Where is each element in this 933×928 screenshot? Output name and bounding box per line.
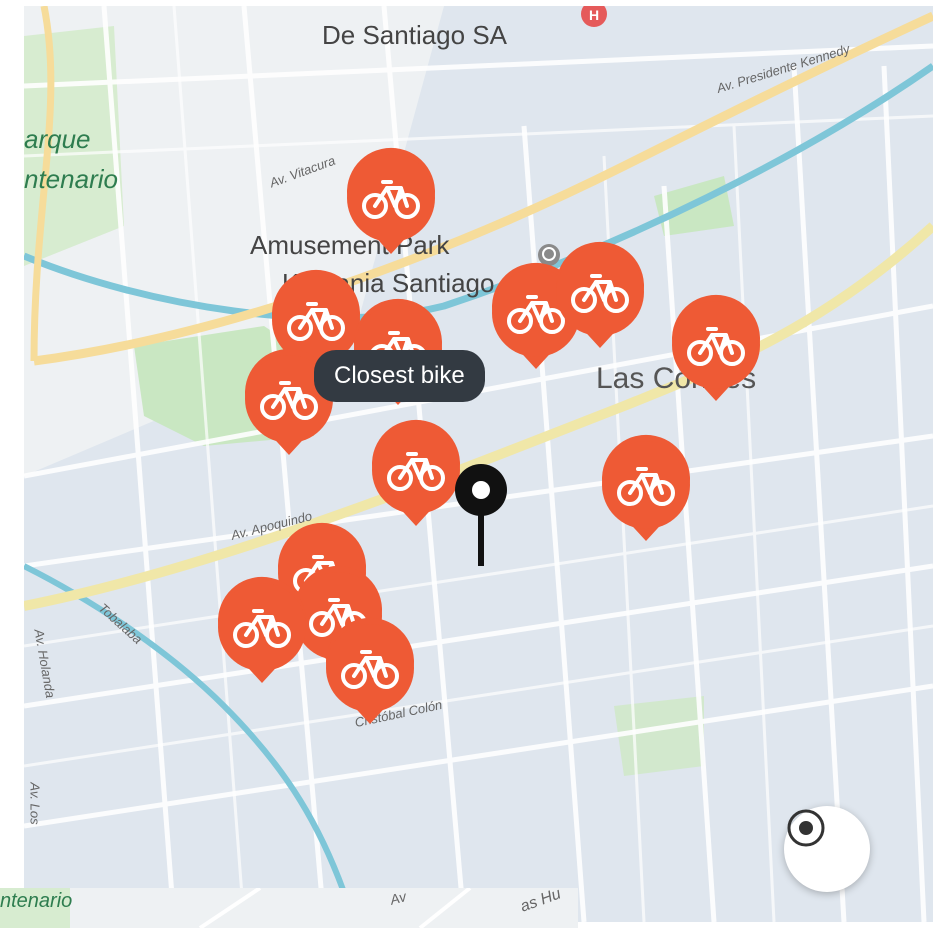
map-view[interactable]: De Santiago SA H arque ntenario Amusemen… xyxy=(24,6,933,922)
bike-marker[interactable] xyxy=(324,617,416,726)
bike-marker[interactable] xyxy=(345,147,437,256)
park-label-line1: arque xyxy=(24,124,91,154)
street-label-los: Av. Los xyxy=(27,782,43,825)
bicycle-icon xyxy=(347,147,435,254)
bike-marker[interactable] xyxy=(216,576,308,685)
inset-park-label: ntenario xyxy=(0,890,73,912)
bicycle-icon xyxy=(372,419,460,526)
svg-text:H: H xyxy=(589,7,599,23)
hospital-icon[interactable]: H xyxy=(580,6,608,30)
bicycle-icon xyxy=(556,241,644,348)
secondary-map-view[interactable]: ntenario Av as Hu xyxy=(0,888,578,928)
my-location-button[interactable] xyxy=(784,806,870,892)
bike-marker[interactable] xyxy=(600,434,692,543)
my-location-icon xyxy=(787,809,825,847)
bicycle-icon xyxy=(602,434,690,541)
bicycle-icon xyxy=(672,294,760,401)
park-label-line2: ntenario xyxy=(24,164,118,194)
park-area xyxy=(614,696,704,776)
bike-marker[interactable] xyxy=(554,241,646,350)
bike-marker[interactable] xyxy=(370,419,462,528)
secondary-map-base xyxy=(0,888,578,928)
bicycle-icon xyxy=(218,576,306,683)
poi-label-top: De Santiago SA xyxy=(322,20,508,50)
bike-marker[interactable] xyxy=(670,294,762,403)
bicycle-icon xyxy=(326,617,414,724)
closest-bike-tooltip[interactable]: Closest bike xyxy=(314,350,485,402)
